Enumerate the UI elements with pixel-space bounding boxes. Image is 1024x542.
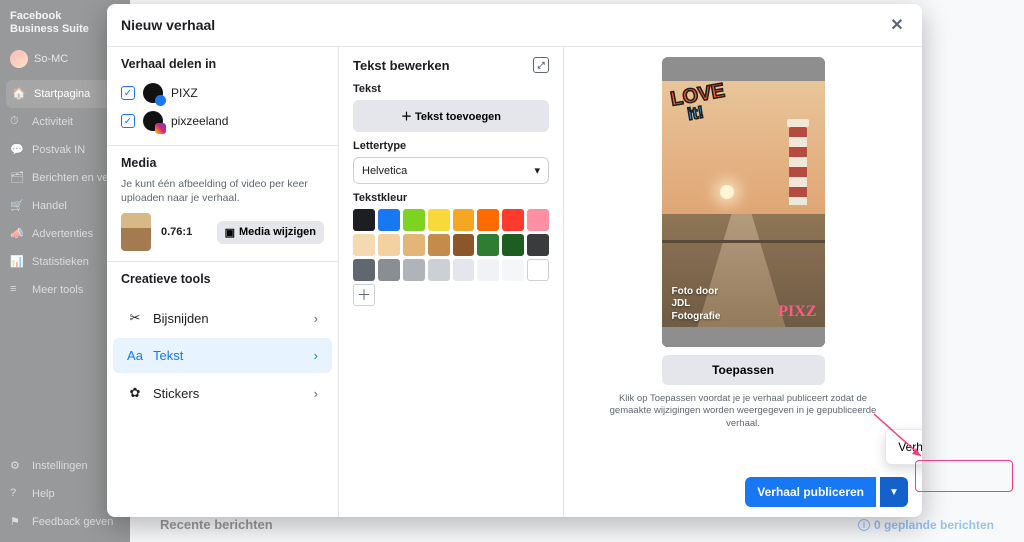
color-swatch[interactable] xyxy=(378,234,400,256)
color-swatch[interactable] xyxy=(527,209,549,231)
text-label: Tekst xyxy=(353,83,549,95)
account-avatar xyxy=(143,83,163,103)
color-swatch[interactable] xyxy=(477,209,499,231)
modal-header: Nieuw verhaal ✕ xyxy=(107,4,922,47)
color-swatch[interactable] xyxy=(378,259,400,281)
color-swatch[interactable] xyxy=(353,234,375,256)
publish-dropdown-button[interactable]: ▼ xyxy=(880,477,908,507)
color-swatch[interactable] xyxy=(453,259,475,281)
font-value: Helvetica xyxy=(362,165,407,177)
color-swatch[interactable] xyxy=(403,209,425,231)
color-swatch[interactable] xyxy=(502,234,524,256)
publish-story-button[interactable]: Verhaal publiceren xyxy=(745,477,876,507)
color-swatch[interactable] xyxy=(403,234,425,256)
color-swatch[interactable] xyxy=(527,259,549,281)
chevron-right-icon: › xyxy=(314,386,318,401)
add-color-button[interactable]: ＋ xyxy=(353,284,375,306)
color-swatch[interactable] xyxy=(453,234,475,256)
chevron-right-icon: › xyxy=(314,348,318,363)
close-button[interactable]: ✕ xyxy=(886,14,908,36)
color-swatch[interactable] xyxy=(477,234,499,256)
apply-hint: Klik op Toepassen voordat je je verhaal … xyxy=(564,393,922,430)
text-panel-heading: Tekst bewerken xyxy=(353,58,450,73)
media-subtext: Je kunt één afbeelding of video per keer… xyxy=(121,178,324,205)
crop-icon: ✂ xyxy=(127,310,143,326)
share-heading: Verhaal delen in xyxy=(121,57,324,71)
media-heading: Media xyxy=(121,156,324,170)
sticker-icon: ✿ xyxy=(127,385,143,401)
expand-icon[interactable]: ⤢ xyxy=(533,57,549,73)
color-swatch[interactable] xyxy=(353,259,375,281)
color-swatch[interactable] xyxy=(353,209,375,231)
account-name: PIXZ xyxy=(171,86,198,100)
color-swatch[interactable] xyxy=(502,259,524,281)
color-swatch[interactable] xyxy=(428,209,450,231)
change-media-button[interactable]: ▣Media wijzigen xyxy=(217,221,324,244)
share-account-pixz[interactable]: ✓ PIXZ xyxy=(121,79,324,107)
font-label: Lettertype xyxy=(353,140,549,152)
preview-panel: LOVE it! Foto door JDL Fotografie PIXZ T… xyxy=(564,47,922,517)
watermark: PIXZ xyxy=(778,303,816,321)
add-text-button[interactable]: ＋ Tekst toevoegen xyxy=(353,100,549,132)
story-modal: Nieuw verhaal ✕ Verhaal delen in ✓ PIXZ ✓ p… xyxy=(107,4,922,517)
tool-tekst[interactable]: AaTekst› xyxy=(113,338,332,373)
account-name: pixzeeland xyxy=(171,114,228,128)
modal-footer: Verhaal publiceren ▼ Verhaal plannen xyxy=(745,477,908,507)
color-swatch[interactable] xyxy=(428,259,450,281)
color-swatch[interactable] xyxy=(502,209,524,231)
share-account-pixzeeland[interactable]: ✓ pixzeeland xyxy=(121,107,324,135)
chevron-down-icon: ▾ xyxy=(534,164,540,177)
checkbox-checked-icon[interactable]: ✓ xyxy=(121,86,135,100)
apply-button[interactable]: Toepassen xyxy=(662,355,825,385)
color-swatch[interactable] xyxy=(477,259,499,281)
color-swatch[interactable] xyxy=(453,209,475,231)
chevron-right-icon: › xyxy=(314,311,318,326)
color-label: Tekstkleur xyxy=(353,192,549,204)
text-edit-panel: Tekst bewerken ⤢ Tekst ＋ Tekst toevoegen… xyxy=(339,47,564,517)
tool-bijsnijden[interactable]: ✂Bijsnijden› xyxy=(113,300,332,336)
modal-title: Nieuw verhaal xyxy=(121,17,215,33)
account-avatar xyxy=(143,111,163,131)
text-color-swatches xyxy=(353,209,549,281)
tools-heading: Creatieve tools xyxy=(121,272,324,286)
media-ratio: 0.76:1 xyxy=(161,226,192,238)
story-preview: LOVE it! Foto door JDL Fotografie PIXZ xyxy=(662,57,825,347)
media-thumbnail[interactable] xyxy=(121,213,151,251)
color-swatch[interactable] xyxy=(428,234,450,256)
image-icon: ▣ xyxy=(225,226,235,239)
color-swatch[interactable] xyxy=(403,259,425,281)
color-swatch[interactable] xyxy=(527,234,549,256)
checkbox-checked-icon[interactable]: ✓ xyxy=(121,114,135,128)
modal-left-panel: Verhaal delen in ✓PIXZ✓pixzeeland Media … xyxy=(107,47,339,517)
tool-stickers[interactable]: ✿Stickers› xyxy=(113,375,332,411)
photo-credit: Foto door JDL Fotografie xyxy=(672,286,721,324)
color-swatch[interactable] xyxy=(378,209,400,231)
schedule-story-popover[interactable]: Verhaal plannen xyxy=(885,429,922,465)
text-icon: Aa xyxy=(127,348,143,363)
font-select[interactable]: Helvetica ▾ xyxy=(353,157,549,184)
